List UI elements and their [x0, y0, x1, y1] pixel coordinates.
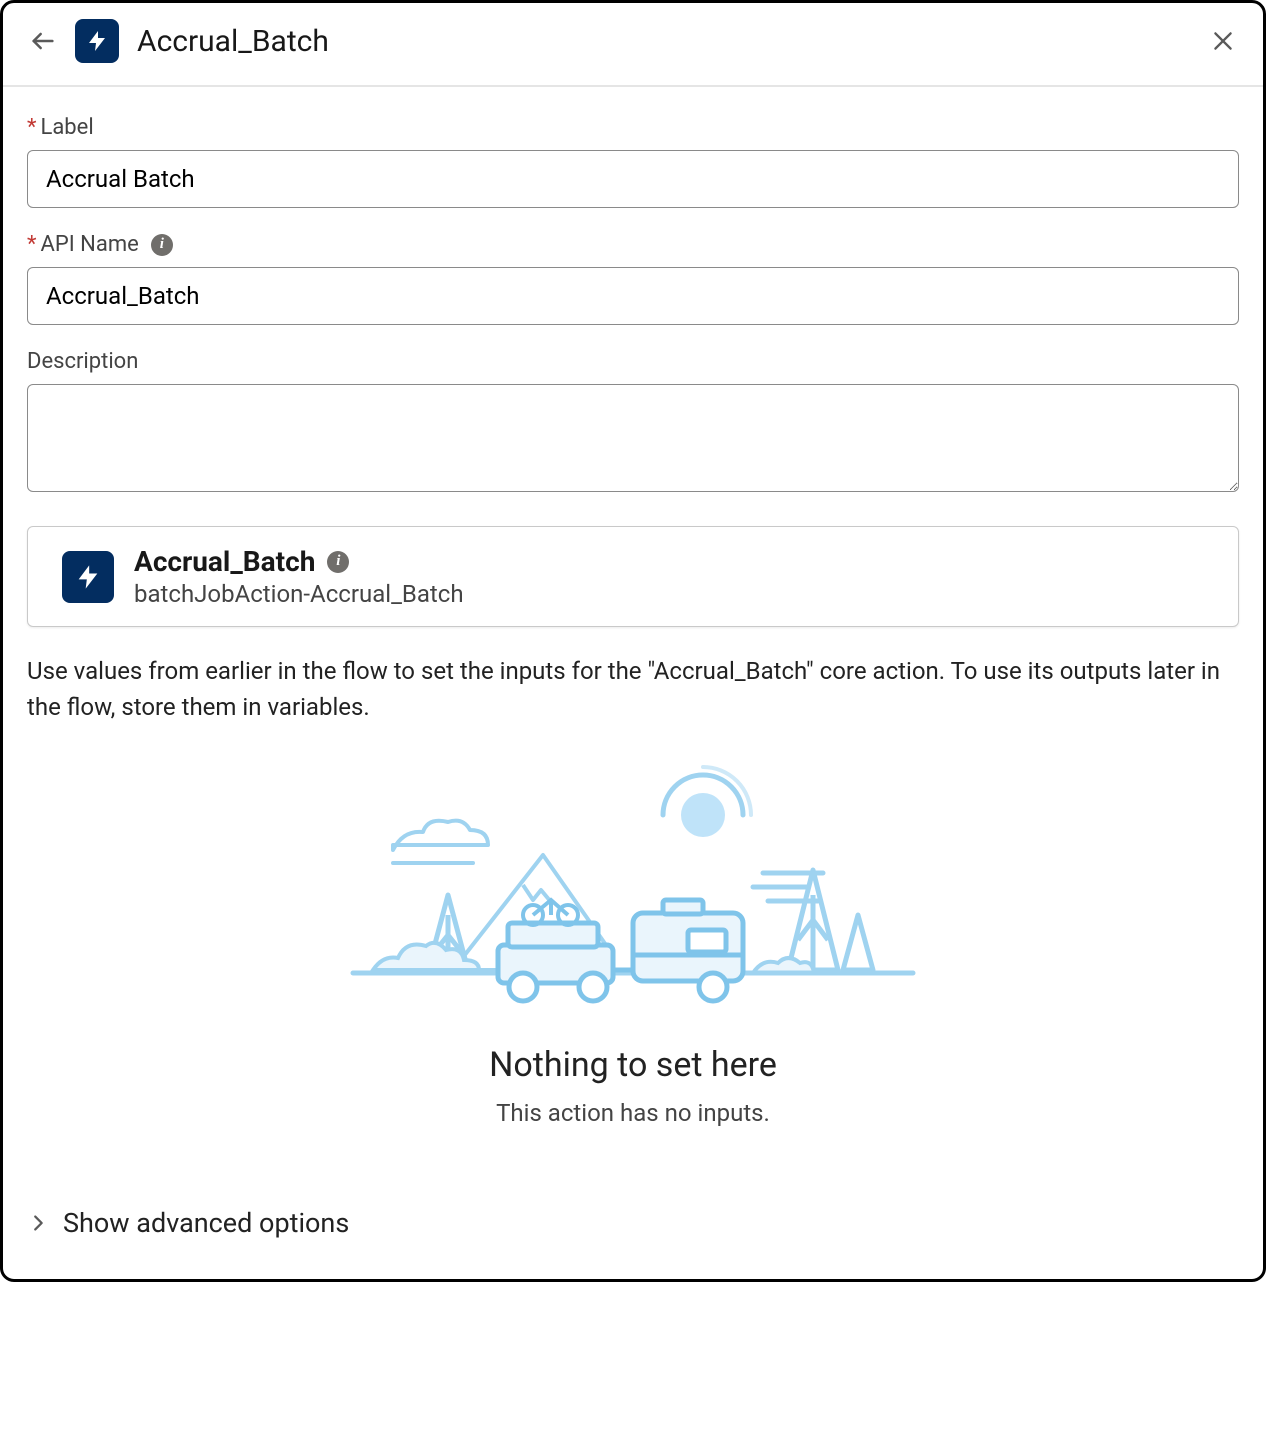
empty-state: Nothing to set here This action has no i…	[27, 755, 1239, 1127]
label-field: * Label	[27, 115, 1239, 208]
info-icon[interactable]: i	[151, 234, 173, 256]
arrow-left-icon	[29, 27, 57, 55]
description-field: Description	[27, 349, 1239, 496]
description-text: Description	[27, 349, 138, 374]
description-input[interactable]	[27, 384, 1239, 492]
lightning-icon	[85, 29, 109, 53]
advanced-options-label: Show advanced options	[63, 1207, 349, 1239]
chevron-right-icon	[27, 1212, 49, 1234]
action-card-title: Accrual_Batch	[134, 545, 315, 578]
label-field-label: * Label	[27, 115, 1239, 140]
action-card-subtitle: batchJobAction-Accrual_Batch	[134, 580, 464, 608]
description-field-label: Description	[27, 349, 1239, 374]
api-name-text: API Name	[40, 232, 138, 257]
dialog-body: * Label * API Name i Description	[3, 87, 1263, 1279]
empty-state-subtitle: This action has no inputs.	[27, 1099, 1239, 1127]
helper-text: Use values from earlier in the flow to s…	[27, 653, 1239, 725]
dialog-window: Accrual_Batch * Label * API Name i	[0, 0, 1266, 1282]
action-icon-badge	[75, 19, 119, 63]
label-text: Label	[40, 115, 93, 140]
close-icon	[1210, 28, 1236, 54]
required-asterisk: *	[27, 115, 36, 140]
back-button[interactable]	[25, 23, 61, 59]
dialog-title: Accrual_Batch	[137, 24, 1205, 59]
empty-illustration-icon	[333, 755, 933, 1025]
close-button[interactable]	[1205, 23, 1241, 59]
label-input[interactable]	[27, 150, 1239, 208]
api-name-field: * API Name i	[27, 232, 1239, 325]
api-name-input[interactable]	[27, 267, 1239, 325]
empty-state-title: Nothing to set here	[27, 1045, 1239, 1085]
lightning-icon	[74, 563, 102, 591]
required-asterisk: *	[27, 232, 36, 257]
info-icon[interactable]: i	[327, 551, 349, 573]
action-card-icon	[62, 551, 114, 603]
api-name-field-label: * API Name i	[27, 232, 1239, 257]
advanced-options-toggle[interactable]: Show advanced options	[27, 1207, 1239, 1239]
action-card: Accrual_Batch i batchJobAction-Accrual_B…	[27, 526, 1239, 627]
action-card-text: Accrual_Batch i batchJobAction-Accrual_B…	[134, 545, 464, 608]
dialog-header: Accrual_Batch	[3, 3, 1263, 87]
